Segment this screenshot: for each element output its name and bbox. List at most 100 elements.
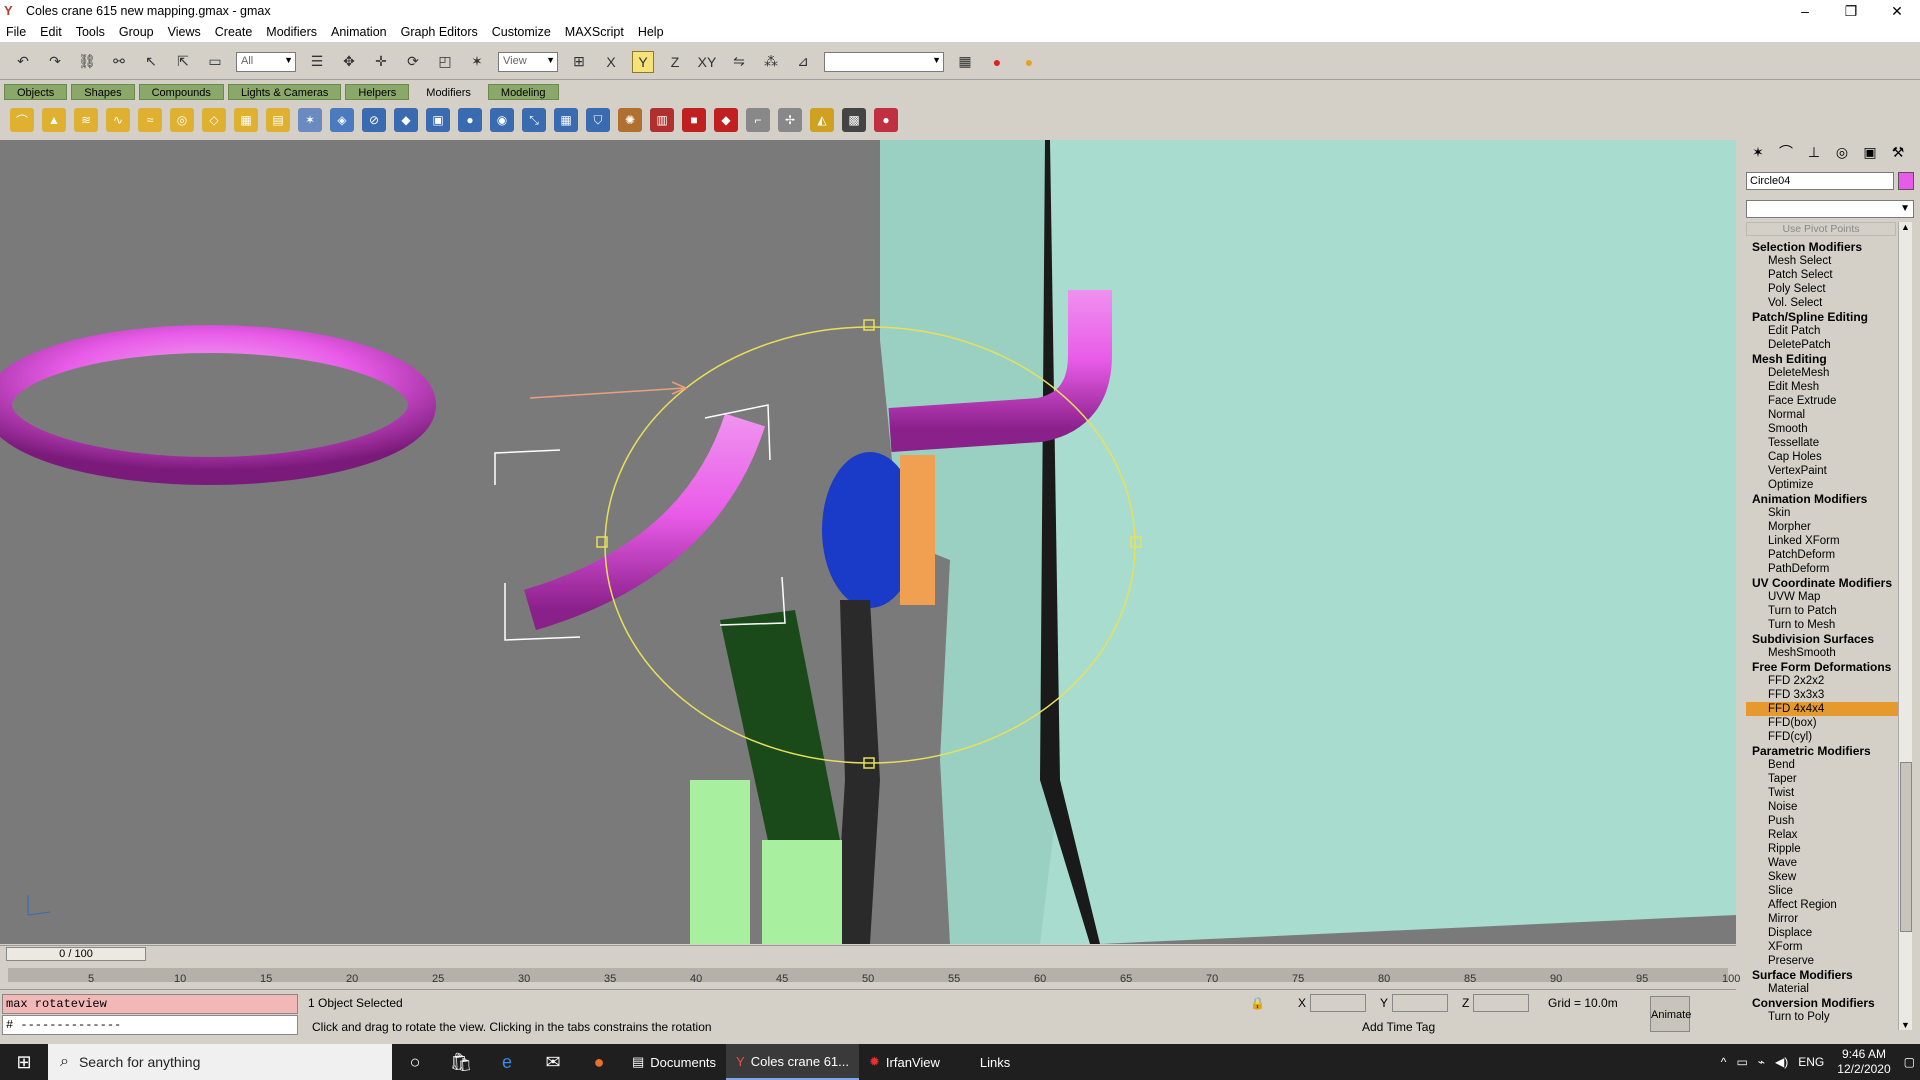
material-modifier-icon[interactable]: ◭	[810, 108, 834, 132]
modifier-item[interactable]: FFD 2x2x2	[1746, 674, 1906, 688]
taper-modifier-icon[interactable]: ▲	[42, 108, 66, 132]
motion-panel-icon[interactable]: ◎	[1832, 144, 1852, 161]
modifier-item[interactable]: Ripple	[1746, 842, 1906, 856]
modifier-item[interactable]: XForm	[1746, 940, 1906, 954]
twist-modifier-icon[interactable]: ≋	[74, 108, 98, 132]
bend-alt-icon[interactable]: ⌐	[746, 108, 770, 132]
shield-icon[interactable]: ⛉	[586, 108, 610, 132]
modifier-item[interactable]: Push	[1746, 814, 1906, 828]
ref-coord-dropdown[interactable]: View	[498, 51, 558, 72]
modifier-item[interactable]: Optimize	[1746, 478, 1906, 492]
modifier-item[interactable]: Mirror	[1746, 912, 1906, 926]
y-coord-field[interactable]	[1392, 994, 1449, 1012]
noise-modifier-icon[interactable]: ∿	[106, 108, 130, 132]
modifier-item[interactable]: Normal	[1746, 408, 1906, 422]
restrict-z-icon[interactable]: Z	[664, 51, 686, 73]
maxscript-listener-input[interactable]: # --------------	[2, 1015, 298, 1035]
hierarchy-panel-icon[interactable]: ⊥	[1804, 144, 1824, 161]
taskbar-search[interactable]: ⌕ Search for anything	[48, 1044, 392, 1080]
modifier-item[interactable]: Bend	[1746, 758, 1906, 772]
modifier-item[interactable]: Noise	[1746, 800, 1906, 814]
time-slider[interactable]: 0 / 100	[6, 947, 146, 961]
tab-modifiers[interactable]: Modifiers	[413, 84, 484, 100]
modifier-item[interactable]: Turn to Mesh	[1746, 618, 1906, 632]
move-icon[interactable]: ✥	[338, 51, 360, 73]
redo-icon[interactable]: ↷	[44, 51, 66, 73]
modifier-item[interactable]: Skin	[1746, 506, 1906, 520]
modifier-item[interactable]: Turn to Patch	[1746, 604, 1906, 618]
network-icon[interactable]: ⌁	[1758, 1055, 1765, 1069]
cylinder-icon[interactable]: ◉	[490, 108, 514, 132]
restrict-y-icon[interactable]: Y	[632, 50, 654, 73]
modifier-item[interactable]: UVW Map	[1746, 590, 1906, 604]
use-pivot-points-button[interactable]: Use Pivot Points	[1746, 222, 1896, 236]
array-icon[interactable]: ⁂	[760, 51, 782, 73]
checker-icon[interactable]: ▩	[842, 108, 866, 132]
language-indicator[interactable]: ENG	[1798, 1055, 1824, 1069]
task-gmax[interactable]: Y Coles crane 61...	[726, 1044, 859, 1080]
wave-modifier-icon[interactable]: ≈	[138, 108, 162, 132]
menu-graph-editors[interactable]: Graph Editors	[401, 25, 478, 39]
pivot-center-icon[interactable]: ⊞	[568, 51, 590, 73]
modify-panel-icon[interactable]: ⌒	[1776, 142, 1796, 162]
selection-filter-dropdown[interactable]: All	[236, 51, 296, 72]
object-name-field[interactable]: Circle04	[1746, 172, 1894, 190]
modifier-item[interactable]: Turn to Poly	[1746, 1010, 1906, 1024]
track-bar[interactable]: 5 10 15 20 25 30 35 40 45 50 55 60 65 70 75 80 85 90 95 100	[0, 962, 1740, 990]
edit-patch-icon[interactable]: ▣	[426, 108, 450, 132]
clock[interactable]: 9:46 AM 12/2/2020	[1837, 1047, 1890, 1077]
mesh-select-icon[interactable]: ✶	[298, 108, 322, 132]
mail-icon[interactable]: ✉	[530, 1044, 576, 1080]
lattice-modifier-icon[interactable]: ▤	[266, 108, 290, 132]
tab-modeling[interactable]: Modeling	[487, 84, 559, 100]
modifier-item[interactable]: Poly Select	[1746, 282, 1906, 296]
display-panel-icon[interactable]: ▣	[1860, 144, 1880, 161]
xform-icon[interactable]: ⤡	[522, 108, 546, 132]
align-icon[interactable]: ⊿	[792, 51, 814, 73]
modifier-item[interactable]: Relax	[1746, 828, 1906, 842]
modifier-item[interactable]: Morpher	[1746, 520, 1906, 534]
modifier-item[interactable]: Cap Holes	[1746, 450, 1906, 464]
scale-icon[interactable]: ◰	[434, 51, 456, 73]
utilities-panel-icon[interactable]: ⚒	[1888, 144, 1908, 161]
modifier-item[interactable]: Taper	[1746, 772, 1906, 786]
uvw-map-icon[interactable]: ⊘	[362, 108, 386, 132]
bend-modifier-icon[interactable]: ⌒	[10, 108, 34, 132]
perspective-viewport[interactable]	[0, 140, 1736, 944]
link-icon[interactable]: ⛓	[76, 51, 98, 73]
animate-button[interactable]: Animate	[1650, 996, 1691, 1032]
rotate-icon[interactable]: ⟳	[402, 51, 424, 73]
x-coord-field[interactable]	[1310, 994, 1367, 1012]
menu-create[interactable]: Create	[215, 25, 253, 39]
add-time-tag[interactable]: Add Time Tag	[1362, 1020, 1435, 1034]
displace-icon[interactable]: ◆	[714, 108, 738, 132]
tray-chevron-icon[interactable]: ^	[1721, 1055, 1727, 1069]
material-id-icon[interactable]: ●	[874, 108, 898, 132]
tab-objects[interactable]: Objects	[4, 84, 68, 100]
modifier-item[interactable]: DeletePatch	[1746, 338, 1906, 352]
modifier-item[interactable]: Vol. Select	[1746, 296, 1906, 310]
ffd-modifier-icon[interactable]: ▦	[234, 108, 258, 132]
modifier-item[interactable]: FFD(cyl)	[1746, 730, 1906, 744]
skew-modifier-icon[interactable]: ◇	[202, 108, 226, 132]
named-selection-dropdown[interactable]	[824, 51, 944, 72]
material-editor-icon[interactable]: ●	[986, 51, 1008, 73]
object-color-swatch[interactable]	[1898, 172, 1914, 190]
select-list-icon[interactable]: ☰	[306, 51, 328, 73]
restrict-xy-icon[interactable]: XY	[696, 51, 718, 73]
tessellate-icon[interactable]: ■	[682, 108, 706, 132]
modifier-item[interactable]: Preserve	[1746, 954, 1906, 968]
modifier-item[interactable]: Skew	[1746, 870, 1906, 884]
menu-help[interactable]: Help	[638, 25, 664, 39]
mirror-icon[interactable]: ⇋	[728, 51, 750, 73]
tab-helpers[interactable]: Helpers	[345, 84, 410, 100]
modifier-list-dropdown[interactable]	[1746, 200, 1914, 218]
modifier-item[interactable]: Edit Patch	[1746, 324, 1906, 338]
menu-group[interactable]: Group	[119, 25, 154, 39]
menu-maxscript[interactable]: MAXScript	[565, 25, 624, 39]
tray-device-icon[interactable]: ▭	[1736, 1055, 1747, 1069]
maxscript-listener-output[interactable]: max rotateview	[2, 994, 298, 1014]
links-toolbar[interactable]: Links	[970, 1044, 1020, 1080]
tab-compounds[interactable]: Compounds	[138, 84, 224, 100]
tab-shapes[interactable]: Shapes	[71, 84, 135, 100]
